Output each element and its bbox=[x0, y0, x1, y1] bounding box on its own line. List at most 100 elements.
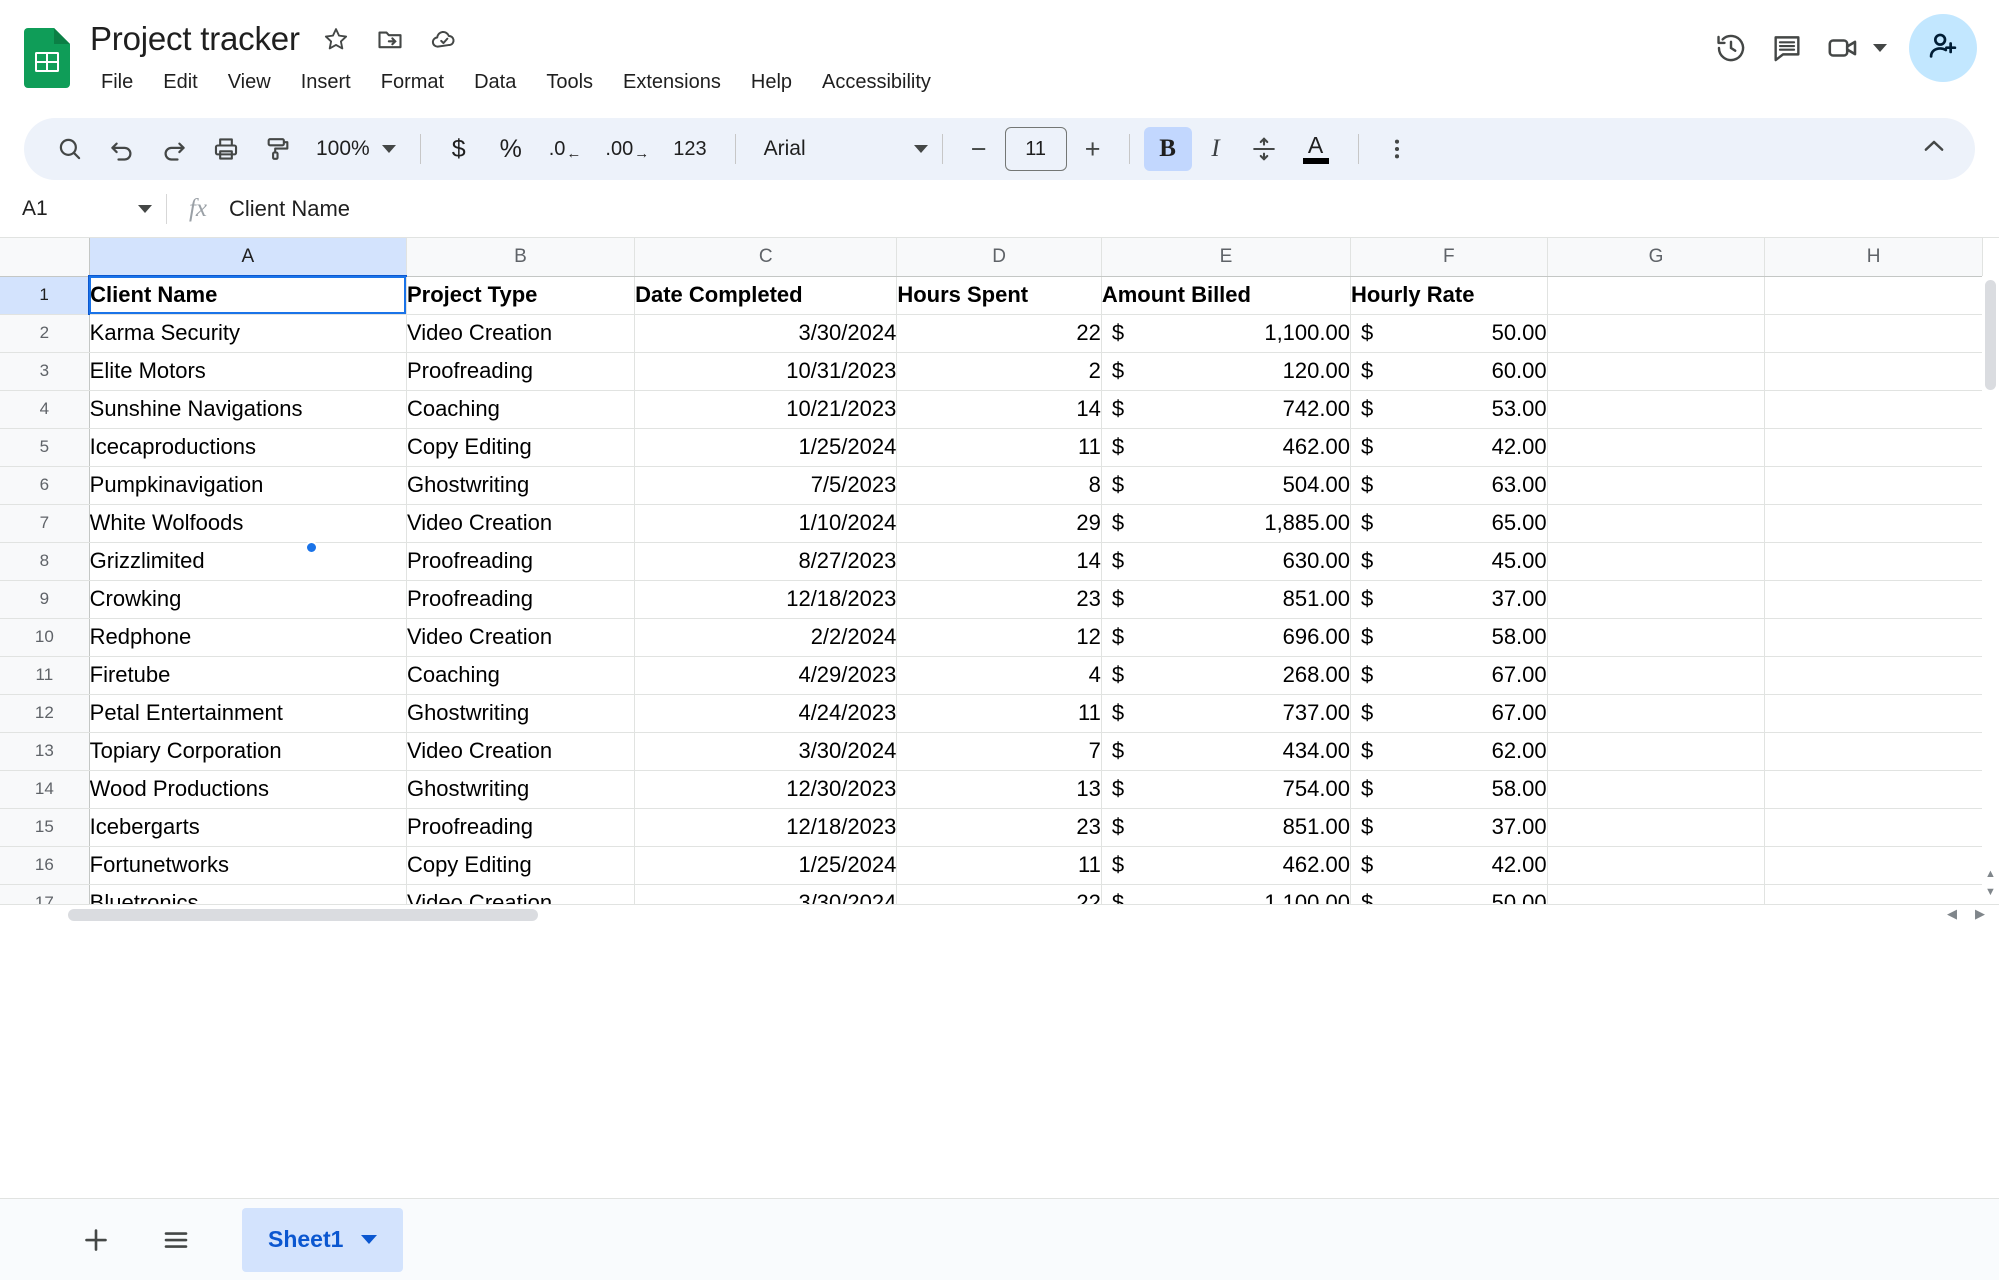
cell-g16[interactable] bbox=[1547, 846, 1766, 885]
row-header-2[interactable]: 2 bbox=[0, 314, 90, 353]
cell-h4[interactable] bbox=[1764, 390, 1983, 429]
column-header-h[interactable]: H bbox=[1764, 238, 1983, 277]
menu-extensions[interactable]: Extensions bbox=[608, 66, 736, 99]
cell-d10[interactable]: 12 bbox=[896, 618, 1102, 657]
column-header-b[interactable]: B bbox=[406, 238, 636, 277]
cell-f10[interactable]: $58.00 bbox=[1350, 618, 1548, 657]
cell-g9[interactable] bbox=[1547, 580, 1766, 619]
cell-h15[interactable] bbox=[1764, 808, 1983, 847]
cell-e10[interactable]: $696.00 bbox=[1101, 618, 1351, 657]
cell-c7[interactable]: 1/10/2024 bbox=[634, 504, 898, 543]
cell-h5[interactable] bbox=[1764, 428, 1983, 467]
cell-c14[interactable]: 12/30/2023 bbox=[634, 770, 898, 809]
row-header-8[interactable]: 8 bbox=[0, 542, 90, 581]
cell-f1[interactable]: Hourly Rate bbox=[1350, 276, 1548, 315]
cell-d6[interactable]: 8 bbox=[896, 466, 1102, 505]
menu-view[interactable]: View bbox=[213, 66, 286, 99]
redo-icon[interactable] bbox=[150, 125, 198, 173]
collapse-toolbar-icon[interactable] bbox=[1919, 132, 1949, 167]
cell-c11[interactable]: 4/29/2023 bbox=[634, 656, 898, 695]
cell-b13[interactable]: Video Creation bbox=[406, 732, 636, 771]
cell-a6[interactable]: Pumpkinavigation bbox=[89, 466, 407, 505]
name-box[interactable]: A1 bbox=[14, 189, 164, 229]
cell-e11[interactable]: $268.00 bbox=[1101, 656, 1351, 695]
cell-a15[interactable]: Icebergarts bbox=[89, 808, 407, 847]
cell-d8[interactable]: 14 bbox=[896, 542, 1102, 581]
cell-e15[interactable]: $851.00 bbox=[1101, 808, 1351, 847]
menu-insert[interactable]: Insert bbox=[286, 66, 366, 99]
cell-b8[interactable]: Proofreading bbox=[406, 542, 636, 581]
cell-e2[interactable]: $1,100.00 bbox=[1101, 314, 1351, 353]
column-header-c[interactable]: C bbox=[634, 238, 898, 277]
move-to-folder-icon[interactable] bbox=[376, 25, 404, 53]
row-header-6[interactable]: 6 bbox=[0, 466, 90, 505]
share-button[interactable] bbox=[1909, 14, 1977, 82]
undo-icon[interactable] bbox=[98, 125, 146, 173]
cell-f5[interactable]: $42.00 bbox=[1350, 428, 1548, 467]
column-header-e[interactable]: E bbox=[1101, 238, 1351, 277]
cell-d1[interactable]: Hours Spent bbox=[896, 276, 1102, 315]
row-header-16[interactable]: 16 bbox=[0, 846, 90, 885]
cell-c15[interactable]: 12/18/2023 bbox=[634, 808, 898, 847]
font-family-selector[interactable]: Arial bbox=[750, 137, 928, 161]
row-header-11[interactable]: 11 bbox=[0, 656, 90, 695]
more-options-icon[interactable] bbox=[1373, 125, 1421, 173]
cell-b12[interactable]: Ghostwriting bbox=[406, 694, 636, 733]
cell-g14[interactable] bbox=[1547, 770, 1766, 809]
cell-c10[interactable]: 2/2/2024 bbox=[634, 618, 898, 657]
cell-a5[interactable]: Icecaproductions bbox=[89, 428, 407, 467]
decrease-decimal-icon[interactable]: .0 ← bbox=[539, 125, 592, 173]
cell-h3[interactable] bbox=[1764, 352, 1983, 391]
cell-b2[interactable]: Video Creation bbox=[406, 314, 636, 353]
cell-d14[interactable]: 13 bbox=[896, 770, 1102, 809]
cell-a9[interactable]: Crowking bbox=[89, 580, 407, 619]
vertical-scroll-thumb[interactable] bbox=[1985, 280, 1996, 390]
cell-g3[interactable] bbox=[1547, 352, 1766, 391]
vertical-scrollbar[interactable]: ▲ ▼ bbox=[1982, 276, 1999, 924]
menu-data[interactable]: Data bbox=[459, 66, 531, 99]
increase-decimal-icon[interactable]: .00 → bbox=[595, 125, 659, 173]
percent-format-icon[interactable]: % bbox=[487, 125, 535, 173]
cell-h6[interactable] bbox=[1764, 466, 1983, 505]
cell-f7[interactable]: $65.00 bbox=[1350, 504, 1548, 543]
cloud-saved-icon[interactable] bbox=[430, 25, 458, 53]
cell-c9[interactable]: 12/18/2023 bbox=[634, 580, 898, 619]
row-header-7[interactable]: 7 bbox=[0, 504, 90, 543]
cell-h14[interactable] bbox=[1764, 770, 1983, 809]
selection-fill-handle[interactable] bbox=[305, 541, 318, 554]
cell-c12[interactable]: 4/24/2023 bbox=[634, 694, 898, 733]
scroll-up-arrow-icon[interactable]: ▲ bbox=[1985, 868, 1996, 880]
cell-a7[interactable]: White Wolfoods bbox=[89, 504, 407, 543]
cell-d11[interactable]: 4 bbox=[896, 656, 1102, 695]
cell-e3[interactable]: $120.00 bbox=[1101, 352, 1351, 391]
bold-button[interactable]: B bbox=[1143, 127, 1192, 171]
cell-c8[interactable]: 8/27/2023 bbox=[634, 542, 898, 581]
cell-f3[interactable]: $60.00 bbox=[1350, 352, 1548, 391]
cell-a2[interactable]: Karma Security bbox=[89, 314, 407, 353]
increase-font-size-button[interactable]: + bbox=[1071, 127, 1115, 171]
row-header-12[interactable]: 12 bbox=[0, 694, 90, 733]
cell-b10[interactable]: Video Creation bbox=[406, 618, 636, 657]
horizontal-scrollbar[interactable]: ◀ ▶ bbox=[0, 904, 1999, 924]
version-history-icon[interactable] bbox=[1703, 20, 1759, 76]
cell-g8[interactable] bbox=[1547, 542, 1766, 581]
cell-f15[interactable]: $37.00 bbox=[1350, 808, 1548, 847]
meet-camera-icon[interactable] bbox=[1815, 20, 1871, 76]
comment-icon[interactable] bbox=[1759, 20, 1815, 76]
cell-e8[interactable]: $630.00 bbox=[1101, 542, 1351, 581]
cell-g4[interactable] bbox=[1547, 390, 1766, 429]
menu-file[interactable]: File bbox=[86, 66, 148, 99]
meet-dropdown-caret-icon[interactable] bbox=[1867, 33, 1893, 63]
font-size-input[interactable]: 11 bbox=[1004, 127, 1067, 171]
paint-format-icon[interactable] bbox=[254, 125, 302, 173]
row-header-13[interactable]: 13 bbox=[0, 732, 90, 771]
search-icon[interactable] bbox=[46, 125, 94, 173]
cell-b7[interactable]: Video Creation bbox=[406, 504, 636, 543]
cell-h12[interactable] bbox=[1764, 694, 1983, 733]
menu-accessibility[interactable]: Accessibility bbox=[807, 66, 946, 99]
cell-a13[interactable]: Topiary Corporation bbox=[89, 732, 407, 771]
cell-b15[interactable]: Proofreading bbox=[406, 808, 636, 847]
cell-f12[interactable]: $67.00 bbox=[1350, 694, 1548, 733]
cell-c16[interactable]: 1/25/2024 bbox=[634, 846, 898, 885]
cell-e12[interactable]: $737.00 bbox=[1101, 694, 1351, 733]
